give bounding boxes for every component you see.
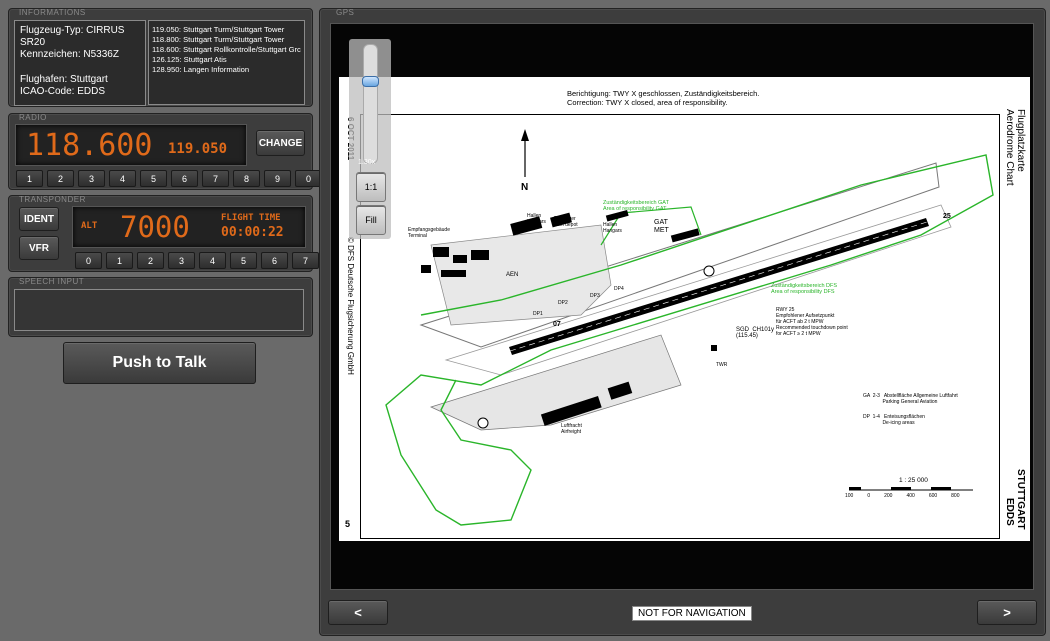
frequency-item: 119.050: Stuttgart Turm/Stuttgart Tower: [152, 25, 285, 34]
squawk-code: 7000: [120, 210, 190, 244]
radio-display: 118.600 119.050: [15, 124, 247, 166]
scale-tick: 800: [951, 493, 960, 499]
zoom-slider-track[interactable]: [362, 44, 379, 164]
chart-title-de: Flugplatzkarte: [1015, 109, 1026, 172]
radio-key-2[interactable]: 2: [47, 170, 74, 187]
transponder-display: ALT 7000 FLIGHT TIME 00:00:22: [72, 206, 306, 248]
not-for-navigation-label: NOT FOR NAVIGATION: [632, 606, 752, 621]
radio-key-9[interactable]: 9: [264, 170, 291, 187]
transponder-keypad: 0 1 2 3 4 5 6 7: [75, 252, 319, 269]
radio-key-7[interactable]: 7: [202, 170, 229, 187]
chart-city: STUTTGART: [1015, 469, 1026, 530]
scale-ticks: 100 0 200 400 600 800: [845, 493, 960, 499]
radio-key-1[interactable]: 1: [16, 170, 43, 187]
ident-button[interactable]: IDENT: [19, 207, 59, 231]
scale-tick: 400: [906, 493, 915, 499]
zoom-fill-button[interactable]: Fill: [356, 205, 386, 235]
north-arrow-label: N: [521, 182, 529, 193]
label-sgd: SGD CH101y (115.45): [736, 327, 775, 339]
zoom-slider-thumb[interactable]: [362, 76, 379, 87]
scale-tick: 600: [928, 493, 938, 499]
radio-panel: RADIO 118.600 119.050 CHANGE 1 2 3 4 5 6…: [8, 113, 322, 190]
chart-title-en: Aerodrome Chart: [1004, 109, 1015, 186]
label-twr: TWR: [716, 362, 728, 368]
scale-tick: 200: [884, 493, 893, 499]
label-hangars-1: Hallen Hangars: [527, 213, 546, 225]
aerodrome-chart[interactable]: Berichtigung: TWY X geschlossen, Zuständ…: [339, 77, 1030, 541]
previous-page-button[interactable]: <: [328, 600, 388, 625]
label-hangars-2: Hallen Hangars: [603, 222, 622, 234]
transponder-panel-title: TRANSPONDER: [19, 195, 86, 204]
transponder-mode: ALT: [81, 221, 98, 231]
chart-icao: EDDS: [1004, 498, 1015, 526]
transponder-key-2[interactable]: 2: [137, 252, 164, 269]
transponder-panel: TRANSPONDER IDENT VFR ALT 7000 FLIGHT TI…: [8, 195, 319, 272]
chart-map-frame: N Empfangsgebäude Terminal Hallen Hangar…: [360, 114, 1000, 539]
label-dp4: DP4: [614, 286, 624, 292]
change-frequency-button[interactable]: CHANGE: [256, 130, 305, 156]
label-airfreight: Luftfracht Airfreight: [561, 423, 582, 435]
radio-key-3[interactable]: 3: [78, 170, 105, 187]
radio-panel-title: RADIO: [19, 113, 47, 122]
next-page-button[interactable]: >: [977, 600, 1037, 625]
chart-page-number: 5: [345, 519, 351, 529]
chart-publisher: © DFS Deutsche Flugsicherung GmbH: [346, 237, 355, 375]
transponder-key-1[interactable]: 1: [106, 252, 133, 269]
label-dp-legend: DP 1-4 Enteisungsflächen De-icing areas: [863, 414, 925, 426]
label-rwy-25: 25: [943, 213, 951, 220]
transponder-key-3[interactable]: 3: [168, 252, 195, 269]
standby-frequency: 119.050: [168, 141, 228, 157]
zoom-control: 1.30x 1:1 Fill: [349, 39, 391, 239]
scale-tick: 100: [845, 493, 854, 499]
label-dp1: DP1: [533, 311, 543, 317]
flight-time-label: FLIGHT TIME: [221, 213, 281, 223]
speech-input-field[interactable]: [14, 289, 304, 331]
transponder-key-4[interactable]: 4: [199, 252, 226, 269]
frequency-list: 119.050: Stuttgart Turm/Stuttgart Tower …: [148, 20, 305, 105]
info-panel-title: INFORMATIONS: [19, 8, 86, 17]
flight-time-value: 00:00:22: [221, 225, 284, 240]
label-ga-legend: GA 2-3 Abstellfläche Allgemeine Luftfahr…: [863, 393, 958, 405]
gps-panel-title: GPS: [336, 8, 355, 17]
transponder-key-6[interactable]: 6: [261, 252, 288, 269]
label-aen: AEN: [506, 272, 519, 278]
radio-key-8[interactable]: 8: [233, 170, 260, 187]
frequency-item: 126.125: Stuttgart Atis: [152, 55, 227, 64]
label-dp3: DP3: [590, 293, 600, 299]
zoom-level-label: 1.30x: [358, 159, 376, 166]
info-panel: INFORMATIONS Flugzeug-Typ: CIRRUS SR20 K…: [8, 8, 313, 107]
radio-key-5[interactable]: 5: [140, 170, 167, 187]
radio-key-4[interactable]: 4: [109, 170, 136, 187]
frequency-item: 118.600: Stuttgart Rollkontrolle/Stuttga…: [152, 45, 301, 54]
transponder-key-5[interactable]: 5: [230, 252, 257, 269]
label-terminal: Empfangsgebäude Terminal: [408, 227, 450, 239]
radio-key-0[interactable]: 0: [295, 170, 322, 187]
radio-keypad: 1 2 3 4 5 6 7 8 9 0: [16, 170, 322, 187]
scale-label: 1 : 25 000: [899, 477, 928, 484]
active-frequency: 118.600: [26, 128, 153, 163]
label-gat-met: GAT MET: [654, 219, 669, 234]
label-rwy-07: 07: [553, 321, 561, 328]
airport-diagram: [385, 129, 994, 526]
speech-panel: SPEECH INPUT: [8, 277, 313, 337]
frequency-item: 118.800: Stuttgart Turm/Stuttgart Tower: [152, 35, 285, 44]
label-fuel-depot: Tanklager Fuel depot: [554, 216, 578, 228]
label-dp2: DP2: [558, 300, 568, 306]
frequency-item: 128.950: Langen Information: [152, 65, 250, 74]
correction-note-en: Correction: TWY X closed, area of respon…: [567, 98, 728, 107]
vfr-button[interactable]: VFR: [19, 236, 59, 260]
radio-key-6[interactable]: 6: [171, 170, 198, 187]
speech-panel-title: SPEECH INPUT: [19, 277, 85, 286]
transponder-key-7[interactable]: 7: [292, 252, 319, 269]
label-area-dfs: Zuständigkeitsbereich DFS Area of respon…: [771, 283, 838, 295]
aircraft-info: Flugzeug-Typ: CIRRUS SR20 Kennzeichen: N…: [14, 20, 146, 106]
gps-panel: GPS Berichtigung: TWY X geschlossen, Zus…: [319, 8, 1046, 636]
transponder-key-0[interactable]: 0: [75, 252, 102, 269]
label-rwy-note: RWY 25 Empfohlener Aufsetzpunkt für ACFT…: [776, 307, 848, 337]
zoom-1to1-button[interactable]: 1:1: [356, 172, 386, 202]
scale-tick: 0: [867, 493, 871, 499]
label-area-gat: Zuständigkeitsbereich GAT Area of respon…: [603, 200, 669, 212]
correction-note-de: Berichtigung: TWY X geschlossen, Zuständ…: [567, 89, 760, 98]
push-to-talk-button[interactable]: Push to Talk: [63, 342, 256, 384]
